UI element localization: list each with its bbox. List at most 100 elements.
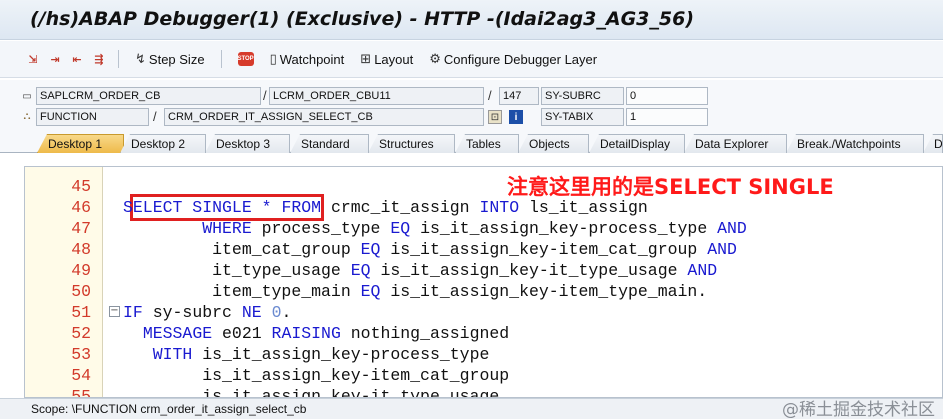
program-field[interactable]: SAPLCRM_ORDER_CB: [36, 87, 261, 105]
code-token: ls_it_assign: [519, 198, 648, 217]
code-keyword: AND: [717, 219, 747, 238]
code-keyword: IF: [123, 303, 143, 322]
step-over-icon[interactable]: ⇥: [46, 51, 64, 67]
code-token: is_it_assign_key-process_type: [410, 219, 718, 238]
source-code-editor[interactable]: 注意这里用的是SELECT SINGLE 45 46 SELECT SINGLE *…: [24, 166, 943, 398]
code-line: 54 is_it_assign_key-item_cat_group: [25, 365, 942, 386]
code-text: WITH is_it_assign_key-process_type: [123, 344, 490, 365]
tab-structures[interactable]: Structures: [368, 134, 455, 153]
step-return-icon[interactable]: ⇤: [68, 51, 86, 67]
code-token: e021: [212, 324, 272, 343]
tab-desktop-1[interactable]: Desktop 1: [37, 134, 124, 153]
code-token: crmc_it_assign: [321, 198, 480, 217]
code-keyword: RAISING: [271, 324, 341, 343]
layout-label: Layout: [374, 51, 414, 67]
code-token: is_it_assign_key-process_type: [192, 345, 490, 364]
source-navigate-icon[interactable]: ⊡: [488, 110, 502, 124]
line-number: 54: [71, 366, 91, 385]
code-text: WHERE process_type EQ is_it_assign_key-p…: [123, 218, 747, 239]
title-bar: (/hs)ABAP Debugger(1) (Exclusive) - HTTP…: [0, 0, 943, 40]
sysvar1-name-field[interactable]: SY-SUBRC: [541, 87, 624, 105]
code-keyword: EQ: [360, 240, 381, 259]
line-number: 49: [71, 261, 91, 280]
code-text: MESSAGE e021 RAISING nothing_assigned: [123, 323, 509, 344]
stop-icon: STOP: [237, 52, 254, 66]
code-line: 45: [25, 176, 942, 197]
sysvar2-name-field[interactable]: SY-TABIX: [541, 108, 624, 126]
code-token: it_type_usage: [123, 261, 351, 280]
code-keyword: EQ: [360, 282, 381, 301]
sysvar2-value-field[interactable]: 1: [626, 108, 708, 126]
code-token: item_cat_group: [123, 240, 361, 259]
line-number: 48: [71, 240, 91, 259]
code-token: is_it_assign_key-it_type_usage: [370, 261, 688, 280]
code-text: is_it_assign_key-it_type_usage: [123, 386, 500, 398]
code-token: is_it_assign_key-item_type_main.: [380, 282, 708, 301]
step-size-label: Step Size: [148, 51, 205, 67]
watermark: @稀土掘金技术社区: [782, 400, 935, 419]
tab-desktop-2[interactable]: Desktop 2: [120, 134, 206, 153]
separator-slash: /: [153, 109, 157, 124]
code-line: 53 WITH is_it_assign_key-process_type: [25, 344, 942, 365]
tab-overflow[interactable]: Di: [923, 134, 943, 153]
line-number: 52: [71, 324, 91, 343]
code-keyword: WITH: [152, 345, 193, 364]
configure-icon: ⚙: [429, 51, 441, 66]
sysvar1-value-field[interactable]: 0: [626, 87, 708, 105]
code-token: nothing_assigned: [340, 324, 510, 343]
configure-layer-button[interactable]: ⚙ Configure Debugger Layer: [423, 48, 603, 70]
code-token: .: [281, 303, 292, 322]
code-keyword: WHERE: [202, 219, 252, 238]
code-text: item_type_main EQ is_it_assign_key-item_…: [123, 281, 707, 302]
tab-tables[interactable]: Tables: [455, 134, 519, 153]
include-field[interactable]: LCRM_ORDER_CBU11: [269, 87, 484, 105]
continue-icon[interactable]: ⇶: [90, 51, 108, 67]
function-icon: ⛬: [23, 110, 31, 122]
watchpoint-button[interactable]: ▯ Watchpoint: [264, 48, 351, 70]
step-into-icon[interactable]: ⇲: [24, 51, 42, 67]
info-icon[interactable]: i: [509, 110, 523, 124]
stop-button[interactable]: STOP: [232, 48, 260, 70]
event-name-field[interactable]: CRM_ORDER_IT_ASSIGN_SELECT_CB: [164, 108, 484, 126]
tab-desktop-3[interactable]: Desktop 3: [205, 134, 290, 153]
code-line: 52 MESSAGE e021 RAISING nothing_assigned: [25, 323, 942, 344]
fold-toggle-icon[interactable]: −: [109, 306, 120, 317]
toolbar-separator: [220, 50, 222, 68]
code-keyword: *: [261, 198, 272, 217]
line-number-field[interactable]: 147: [499, 87, 539, 105]
tab-break-watchpoints[interactable]: Break./Watchpoints: [786, 134, 924, 153]
code-text: item_cat_group EQ is_it_assign_key-item_…: [123, 239, 737, 260]
tab-standard[interactable]: Standard: [290, 134, 369, 153]
code-text: SELECT SINGLE * FROM crmc_it_assign INTO…: [123, 197, 648, 218]
code-keyword: EQ: [350, 261, 371, 280]
scope-text: Scope: \FUNCTION crm_order_it_assign_sel…: [31, 402, 307, 416]
step-size-button[interactable]: ↯ Step Size: [129, 48, 211, 70]
code-text: it_type_usage EQ is_it_assign_key-it_typ…: [123, 260, 717, 281]
event-type-field[interactable]: FUNCTION: [36, 108, 149, 126]
tab-objects[interactable]: Objects: [518, 134, 589, 153]
code-keyword: SELECT SINGLE: [123, 198, 262, 217]
code-token: sy-subrc: [142, 303, 242, 322]
separator-slash: /: [263, 88, 267, 103]
code-keyword: EQ: [390, 219, 411, 238]
line-number: 45: [71, 177, 91, 196]
tab-detail-display[interactable]: DetailDisplay: [589, 134, 685, 153]
line-number: 51: [71, 303, 91, 322]
code-text: is_it_assign_key-item_cat_group: [123, 365, 509, 386]
code-token: is_it_assign_key-item_cat_group: [123, 366, 510, 385]
code-keyword: NE: [241, 303, 262, 322]
code-line: 49 it_type_usage EQ is_it_assign_key-it_…: [25, 260, 942, 281]
code-line: 47 WHERE process_type EQ is_it_assign_ke…: [25, 218, 942, 239]
line-number: 46: [71, 198, 91, 217]
step-size-icon: ↯: [135, 51, 146, 66]
code-token: 0: [271, 303, 282, 322]
layout-button[interactable]: ⊞ Layout: [354, 48, 419, 70]
desktop-tabs: Desktop 1 Desktop 2 Desktop 3 Standard S…: [0, 132, 943, 153]
code-token: is_it_assign_key-it_type_usage: [123, 387, 500, 398]
tab-data-explorer[interactable]: Data Explorer: [684, 134, 787, 153]
code-keyword: FROM: [281, 198, 322, 217]
